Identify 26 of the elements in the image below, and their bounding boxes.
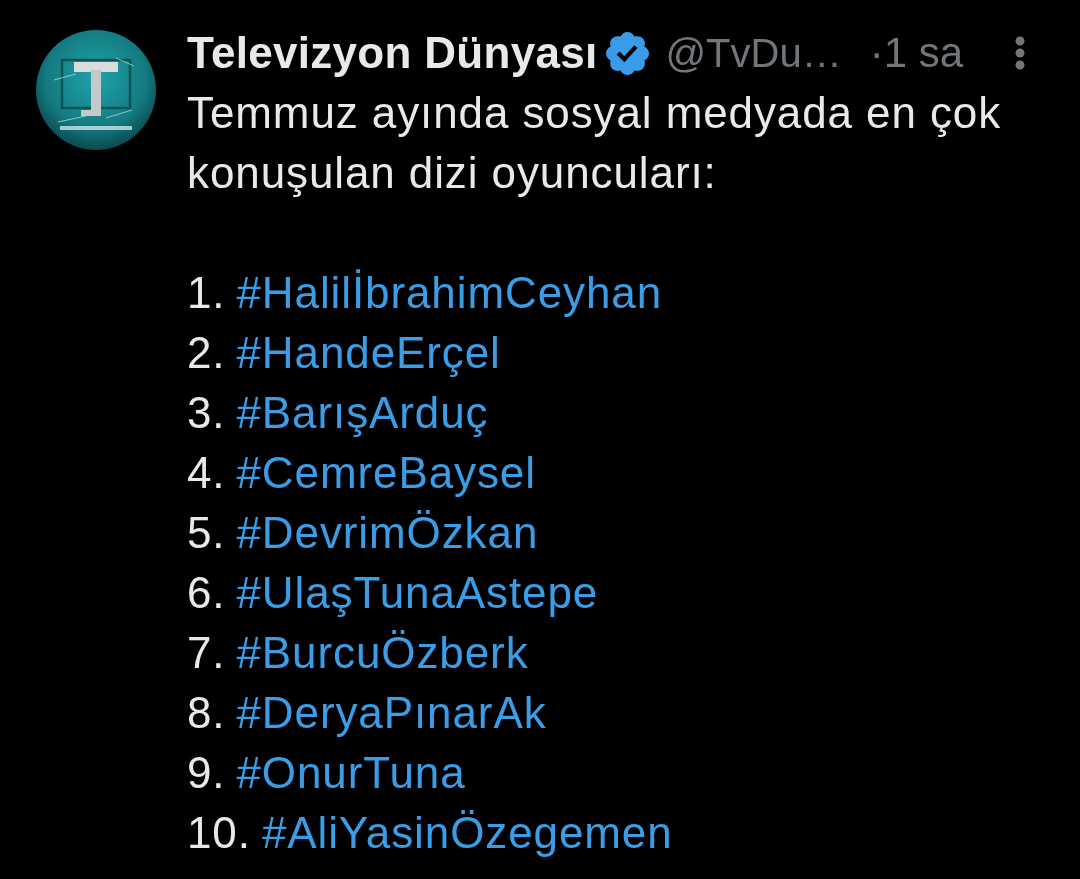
list-number: 6. xyxy=(187,567,226,619)
hashtag-link[interactable]: #CemreBaysel xyxy=(236,443,536,503)
list-number: 10. xyxy=(187,807,251,859)
avatar-icon[interactable] xyxy=(36,30,156,150)
author-handle[interactable]: @TvDu… xyxy=(665,30,842,76)
hashtag-link[interactable]: #OnurTuna xyxy=(236,743,466,803)
hashtag-link[interactable]: #BurcuÖzberk xyxy=(236,623,529,683)
author-name[interactable]: Televizyon Dünyası xyxy=(187,28,598,78)
hashtag-link[interactable]: #HandeErçel xyxy=(236,323,501,383)
list-number: 2. xyxy=(187,327,226,379)
list-number: 8. xyxy=(187,687,226,739)
list-number: 9. xyxy=(187,747,226,799)
list-number: 7. xyxy=(187,627,226,679)
post-time[interactable]: ·1 sa xyxy=(869,29,964,77)
post-text: Temmuz ayında sosyal medyada en çok konuşulan dizi oyuncuları: xyxy=(187,87,1003,199)
hashtag-link[interactable]: #DeryaPınarAk xyxy=(236,683,547,743)
list-number: 3. xyxy=(187,387,226,439)
hashtag-link[interactable]: #DevrimÖzkan xyxy=(236,503,539,563)
list-number: 4. xyxy=(187,447,226,499)
hashtag-link[interactable]: #AliYasinÖzegemen xyxy=(261,803,673,863)
hashtag-link[interactable]: #UlaşTunaAstepe xyxy=(236,563,599,623)
list-number: 5. xyxy=(187,507,226,559)
hashtag-link[interactable]: #BarışArduç xyxy=(236,383,489,443)
more-options-icon[interactable] xyxy=(1013,34,1027,72)
hashtag-link[interactable]: #HalilİbrahimCeyhan xyxy=(236,263,663,323)
list-number: 1. xyxy=(187,267,226,319)
